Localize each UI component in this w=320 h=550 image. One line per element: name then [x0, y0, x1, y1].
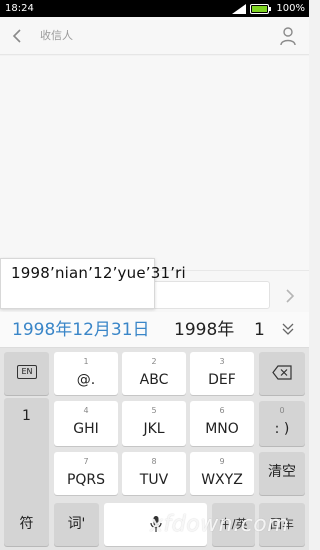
expand-candidates-icon[interactable]	[281, 321, 295, 337]
key-label: 符	[19, 516, 34, 532]
key-label: PQRS	[66, 472, 106, 488]
candidate-item[interactable]: 1	[254, 320, 265, 340]
key-number: 0	[279, 406, 285, 415]
key-number: 3	[219, 357, 225, 366]
key-number: 6	[219, 406, 225, 415]
key-label: TUV	[139, 472, 169, 488]
key-label: 清空	[268, 464, 296, 480]
key-0[interactable]: 0 : )	[259, 401, 305, 446]
key-5[interactable]: 5 JKL	[122, 401, 186, 446]
key-label: 词'	[67, 516, 86, 532]
status-bar: 18:24 100%	[0, 0, 309, 17]
clear-key[interactable]: 清空	[259, 452, 305, 495]
pinyin-composition-popup: 1998’nian’12’yue’31’ri	[0, 258, 186, 309]
key-6[interactable]: 6 MNO	[190, 401, 254, 446]
key-number: 9	[219, 457, 225, 466]
key-1[interactable]: 1 @.	[54, 352, 118, 395]
key-number: 2	[151, 357, 157, 366]
backspace-icon	[272, 365, 292, 380]
battery-icon	[250, 3, 272, 14]
candidate-item[interactable]: 1998年	[174, 320, 234, 340]
back-icon[interactable]	[10, 27, 26, 45]
status-time: 18:24	[5, 3, 34, 14]
watermark: xfdown.com	[150, 512, 290, 537]
key-number: 5	[151, 406, 157, 415]
key-label: @.	[76, 372, 96, 388]
list-item: 1	[22, 408, 31, 424]
key-label: DEF	[208, 372, 236, 388]
key-9[interactable]: 9 WXYZ	[190, 452, 254, 495]
key-label: ABC	[139, 372, 169, 388]
battery-percent: 100%	[276, 3, 305, 14]
en-label: EN	[17, 365, 37, 379]
send-icon[interactable]	[283, 287, 297, 305]
key-number: 7	[83, 457, 89, 466]
word-separator-key[interactable]: 词'	[54, 503, 99, 546]
backspace-key[interactable]	[259, 352, 305, 395]
candidate-item[interactable]: 1998年12月31日	[12, 320, 150, 340]
key-label: GHI	[73, 421, 99, 437]
key-4[interactable]: 4 GHI	[54, 401, 118, 446]
english-toggle-key[interactable]: EN	[4, 352, 49, 395]
status-icons: 100%	[232, 2, 305, 15]
message-input[interactable]	[150, 281, 270, 309]
key-number: 8	[151, 457, 157, 466]
symbol-key[interactable]: 符	[4, 503, 49, 546]
key-2[interactable]: 2 ABC	[122, 352, 186, 395]
key-number: 4	[83, 406, 89, 415]
pinyin-text: 1998’nian’12’yue’31’ri	[11, 264, 186, 282]
key-label: WXYZ	[201, 472, 243, 488]
candidate-bar: 1998年12月31日 1998年 1	[0, 312, 309, 348]
compose-header: 收信人	[0, 17, 309, 55]
key-label: MNO	[205, 421, 239, 437]
message-area	[0, 56, 309, 270]
recipient-field[interactable]: 收信人	[40, 29, 73, 43]
key-8[interactable]: 8 TUV	[122, 452, 186, 495]
contact-icon[interactable]	[279, 26, 297, 46]
key-3[interactable]: 3 DEF	[190, 352, 254, 395]
key-label: JKL	[143, 421, 165, 437]
signal-icon	[232, 3, 247, 14]
key-label: : )	[274, 421, 290, 437]
key-7[interactable]: 7 PQRS	[54, 452, 118, 495]
key-number: 1	[83, 357, 89, 366]
